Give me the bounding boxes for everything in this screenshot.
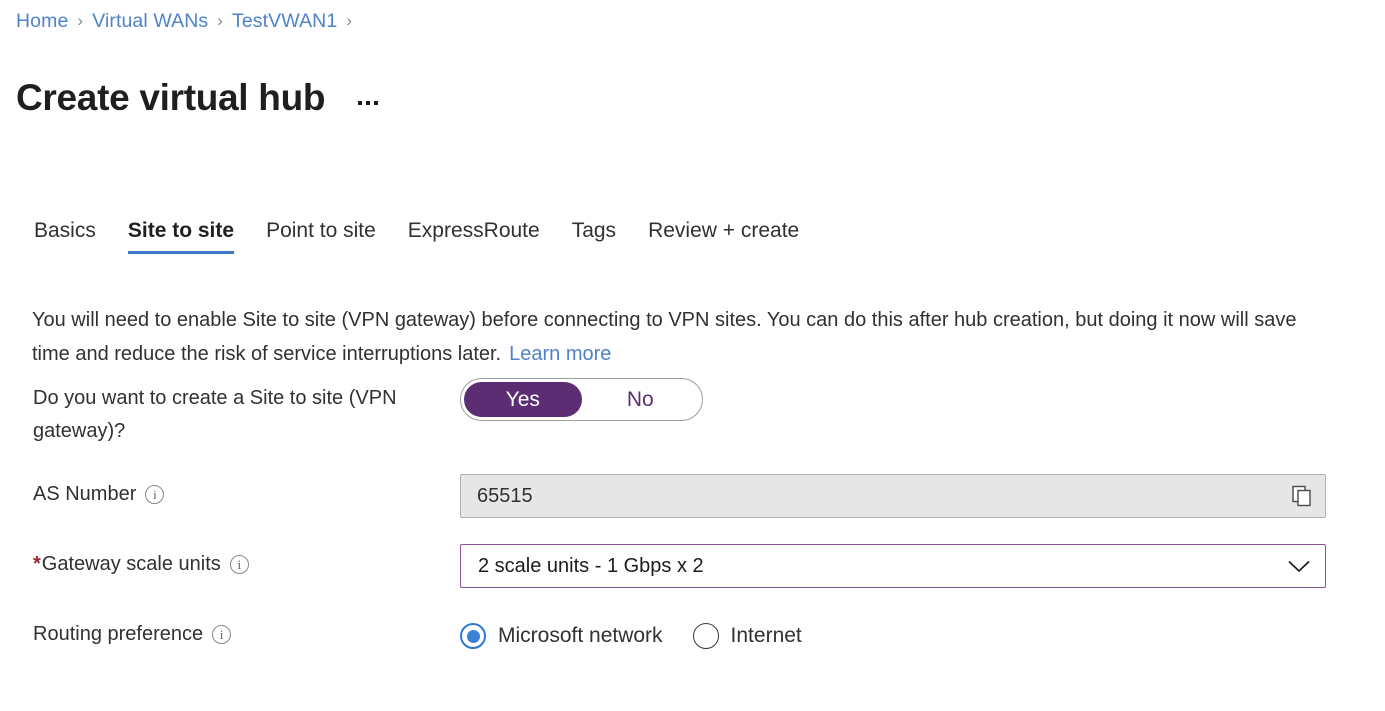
site-to-site-toggle[interactable]: Yes No [460, 378, 703, 421]
form-row-site-to-site: Do you want to create a Site to site (VP… [0, 378, 1385, 448]
copy-to-clipboard-icon[interactable] [1281, 475, 1325, 517]
as-number-label-text: AS Number [33, 483, 136, 505]
breadcrumb-separator-icon: › [217, 11, 223, 31]
section-description: You will need to enable Site to site (VP… [32, 303, 1322, 371]
ellipsis-dot [366, 101, 370, 105]
breadcrumb-separator-icon: › [77, 11, 83, 31]
as-number-control [460, 474, 1385, 518]
breadcrumb-item-virtual-wans[interactable]: Virtual WANs [92, 10, 208, 33]
required-asterisk: * [33, 553, 41, 575]
form-row-routing-preference: Routing preference i Microsoft network In… [0, 614, 1385, 658]
gateway-scale-units-select[interactable]: 2 scale units - 1 Gbps x 2 [460, 544, 1326, 588]
info-circle-icon[interactable]: i [230, 555, 249, 574]
learn-more-link[interactable]: Learn more [509, 343, 611, 365]
form-row-as-number: AS Number i [0, 474, 1385, 518]
site-to-site-label: Do you want to create a Site to site (VP… [0, 378, 460, 448]
tab-bar: Basics Site to site Point to site Expres… [30, 206, 815, 254]
page-title: Create virtual hub [16, 77, 325, 120]
tab-review-create[interactable]: Review + create [632, 220, 815, 254]
tab-site-to-site[interactable]: Site to site [112, 220, 250, 254]
ellipsis-dot [358, 101, 362, 105]
breadcrumb: Home › Virtual WANs › TestVWAN1 › [16, 8, 361, 34]
form-site-to-site: Do you want to create a Site to site (VP… [0, 378, 1385, 684]
breadcrumb-separator-icon: › [346, 11, 352, 31]
description-text: You will need to enable Site to site (VP… [32, 309, 1296, 365]
breadcrumb-item-home[interactable]: Home [16, 10, 68, 33]
gateway-scale-units-label: *Gateway scale units i [0, 544, 460, 581]
routing-preference-control: Microsoft network Internet [460, 614, 1385, 658]
radio-microsoft-network[interactable]: Microsoft network [460, 623, 663, 649]
site-to-site-control: Yes No [460, 378, 1385, 421]
as-number-input[interactable] [460, 474, 1326, 518]
form-row-gateway-scale-units: *Gateway scale units i 2 scale units - 1 … [0, 544, 1385, 588]
radio-mark-icon [460, 623, 486, 649]
tab-point-to-site[interactable]: Point to site [250, 220, 392, 254]
tab-basics[interactable]: Basics [30, 220, 112, 254]
breadcrumb-item-testvwan1[interactable]: TestVWAN1 [232, 10, 337, 33]
info-circle-icon[interactable]: i [212, 625, 231, 644]
routing-preference-label-text: Routing preference [33, 623, 203, 645]
routing-preference-radio-group: Microsoft network Internet [460, 614, 1385, 658]
page-header: Create virtual hub [16, 52, 381, 144]
ellipsis-horizontal-icon[interactable] [355, 97, 381, 109]
gateway-scale-units-control: 2 scale units - 1 Gbps x 2 [460, 544, 1385, 588]
ellipsis-dot [374, 101, 378, 105]
gateway-scale-units-label-text: Gateway scale units [42, 553, 221, 575]
site-to-site-option-no[interactable]: No [582, 382, 700, 417]
radio-internet[interactable]: Internet [693, 623, 802, 649]
radio-label-microsoft-network: Microsoft network [498, 624, 663, 648]
as-number-label: AS Number i [0, 474, 460, 511]
site-to-site-option-yes[interactable]: Yes [464, 382, 582, 417]
routing-preference-label: Routing preference i [0, 614, 460, 651]
tab-expressroute[interactable]: ExpressRoute [392, 220, 556, 254]
radio-mark-icon [693, 623, 719, 649]
info-circle-icon[interactable]: i [145, 485, 164, 504]
radio-label-internet: Internet [731, 624, 802, 648]
tab-tags[interactable]: Tags [556, 220, 632, 254]
